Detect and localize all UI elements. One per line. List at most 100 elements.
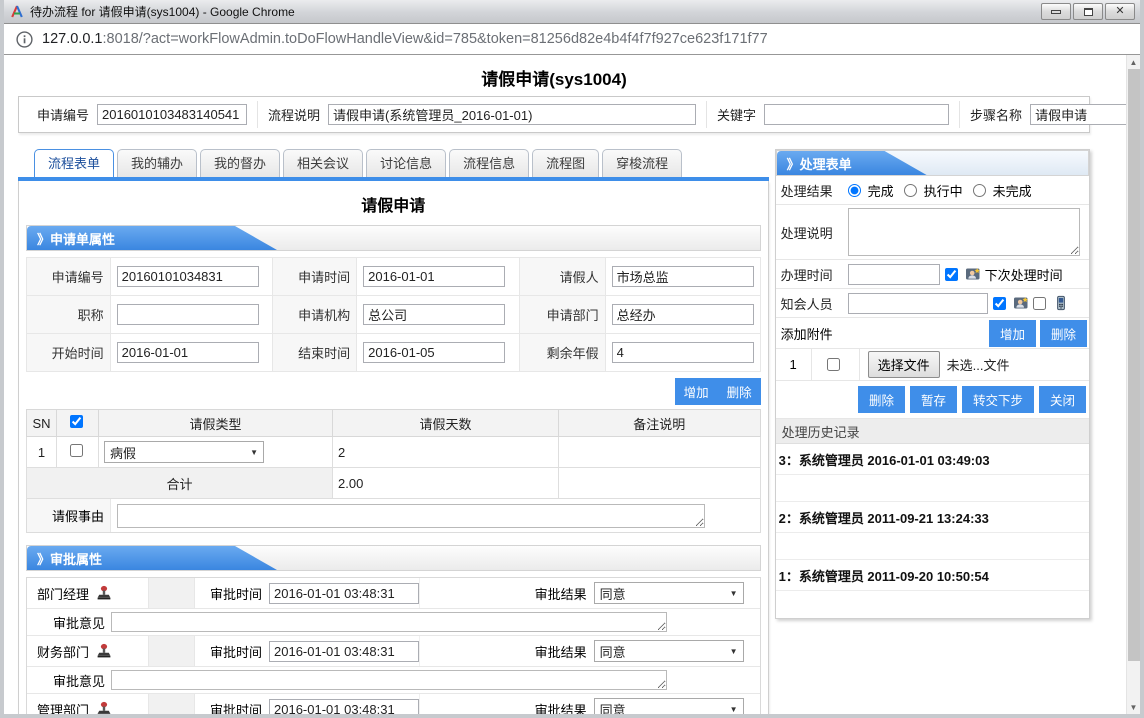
leave-days-header: 请假天数 [333,410,559,437]
leave-reason-textarea[interactable] [117,504,705,528]
approval-time-input[interactable] [269,641,419,662]
table-row: 1 病假 ▼ 2 [27,437,761,468]
select-user-icon[interactable] [1013,295,1029,311]
approval-result-select[interactable]: 同意 ▼ [594,640,744,662]
stamp-icon[interactable] [96,701,112,714]
notify-label: 知会人员 [776,294,848,313]
tab-discussion-info[interactable]: 讨论信息 [366,149,446,177]
row-note [559,437,761,468]
leave-table-toolbar: 增加删除 [26,372,761,409]
attach-delete-button[interactable]: 删除 [1040,320,1087,347]
tab-shuttle-flow[interactable]: 穿梭流程 [602,149,682,177]
choose-file-button[interactable]: 选择文件 [868,351,940,378]
approval-result-select[interactable]: 同意 ▼ [594,582,744,604]
job-title-field[interactable] [117,304,259,325]
table-row: 开始时间 结束时间 剩余年假 [27,334,761,372]
total-row: 合计 2.00 [27,468,761,499]
url-path: :8018/?act=workFlowAdmin.toDoFlowHandleV… [102,31,767,47]
row-checkbox[interactable] [70,444,83,457]
attach-checkbox[interactable] [827,358,840,371]
close-flow-button[interactable]: 关闭 [1039,386,1086,413]
leave-type-header: 请假类型 [99,410,333,437]
notify-input[interactable] [848,293,988,314]
history-entry: 1：系统管理员 2011-09-20 10:50:54 [776,560,1089,591]
apply-no-field[interactable] [117,266,259,287]
scroll-up-icon[interactable]: ▲ [1127,55,1140,69]
result-radio-running[interactable] [904,184,917,197]
approval-time-label: 审批时间 [195,642,269,661]
tab-related-meetings[interactable]: 相关会议 [283,149,363,177]
opinion-row: 审批意见 [27,667,760,694]
attach-label: 添加附件 [781,324,833,343]
minimize-button[interactable] [1041,3,1071,20]
tab-my-assist[interactable]: 我的辅办 [117,149,197,177]
tab-strip: 流程表单 我的辅办 我的督办 相关会议 讨论信息 流程信息 流程图 穿梭流程 [18,149,769,177]
mobile-phone-icon[interactable] [1053,295,1069,311]
next-time-checkbox[interactable] [945,268,958,281]
maximize-icon [1084,8,1093,16]
result-radio-undone[interactable] [973,184,986,197]
step-name-group: 步骤名称 [960,101,1140,128]
stamp-icon[interactable] [96,585,112,601]
address-bar[interactable]: 127.0.0.1:8018/?act=workFlowAdmin.toDoFl… [4,24,1140,55]
tab-flow-chart[interactable]: 流程图 [532,149,599,177]
history-entry-blank [776,591,1089,618]
chevron-down-icon: ▼ [730,647,738,656]
add-row-button[interactable]: 增加 [675,378,718,405]
forward-next-button[interactable]: 转交下步 [962,386,1034,413]
handle-desc-textarea[interactable] [848,208,1080,256]
handle-time-input[interactable] [848,264,940,285]
attach-sn: 1 [776,349,812,380]
apply-org-field[interactable] [363,304,505,325]
info-icon[interactable] [16,31,33,48]
leave-person-field[interactable] [612,266,754,287]
select-user-icon[interactable] [965,266,981,282]
sn-header: SN [27,410,57,437]
chevron-down-icon: ▼ [730,705,738,714]
apply-dept-field[interactable] [612,304,754,325]
flow-desc-input[interactable] [328,104,696,125]
leave-items-table: SN 请假类型 请假天数 备注说明 1 [26,409,761,499]
result-option-label: 执行中 [924,181,963,200]
step-name-input[interactable] [1030,104,1140,125]
remaining-leave-field[interactable] [612,342,754,363]
approval-time-input[interactable] [269,699,419,715]
leave-type-select[interactable]: 病假 ▼ [104,441,264,463]
chevron-down-icon: ▼ [250,448,258,457]
scroll-down-icon[interactable]: ▼ [1127,700,1140,714]
delete-row-button[interactable]: 删除 [718,378,761,405]
opinion-textarea[interactable] [111,670,667,690]
start-time-field[interactable] [117,342,259,363]
stamp-icon[interactable] [96,643,112,659]
apply-no-input[interactable] [97,104,247,125]
scrollbar-thumb[interactable] [1128,69,1140,661]
delete-button[interactable]: 删除 [858,386,905,413]
field-label: 申请时间 [273,258,357,296]
apply-time-field[interactable] [363,266,505,287]
save-draft-button[interactable]: 暂存 [910,386,957,413]
approval-result-label: 审批结果 [520,700,594,715]
approval-time-input[interactable] [269,583,419,604]
approver-role: 部门经理 [37,584,89,603]
attach-add-button[interactable]: 增加 [989,320,1036,347]
tab-flow-info[interactable]: 流程信息 [449,149,529,177]
tab-flow-form[interactable]: 流程表单 [34,149,114,177]
close-button[interactable]: ✕ [1105,3,1135,20]
approval-result-select[interactable]: 同意 ▼ [594,698,744,714]
tab-my-supervise[interactable]: 我的督办 [200,149,280,177]
select-all-checkbox[interactable] [70,415,83,428]
approval-time-label: 审批时间 [195,700,269,715]
approval-row: 部门经理 审批时间 审批结果 [27,578,760,609]
window-title: 待办流程 for 请假申请(sys1004) - Google Chrome [30,3,1041,20]
maximize-button[interactable] [1073,3,1103,20]
handle-actions: 删除 暂存 转交下步 关闭 [776,381,1089,419]
notify-sms-checkbox[interactable] [1033,297,1046,310]
opinion-textarea[interactable] [111,612,667,632]
result-radio-done[interactable] [848,184,861,197]
vertical-scrollbar[interactable]: ▲ ▼ [1126,55,1140,714]
end-time-field[interactable] [363,342,505,363]
keyword-input[interactable] [764,104,949,125]
notify-user-checkbox[interactable] [993,297,1006,310]
field-label: 申请部门 [519,296,605,334]
approval-row: 管理部门 审批时间 审批结果 [27,694,760,714]
